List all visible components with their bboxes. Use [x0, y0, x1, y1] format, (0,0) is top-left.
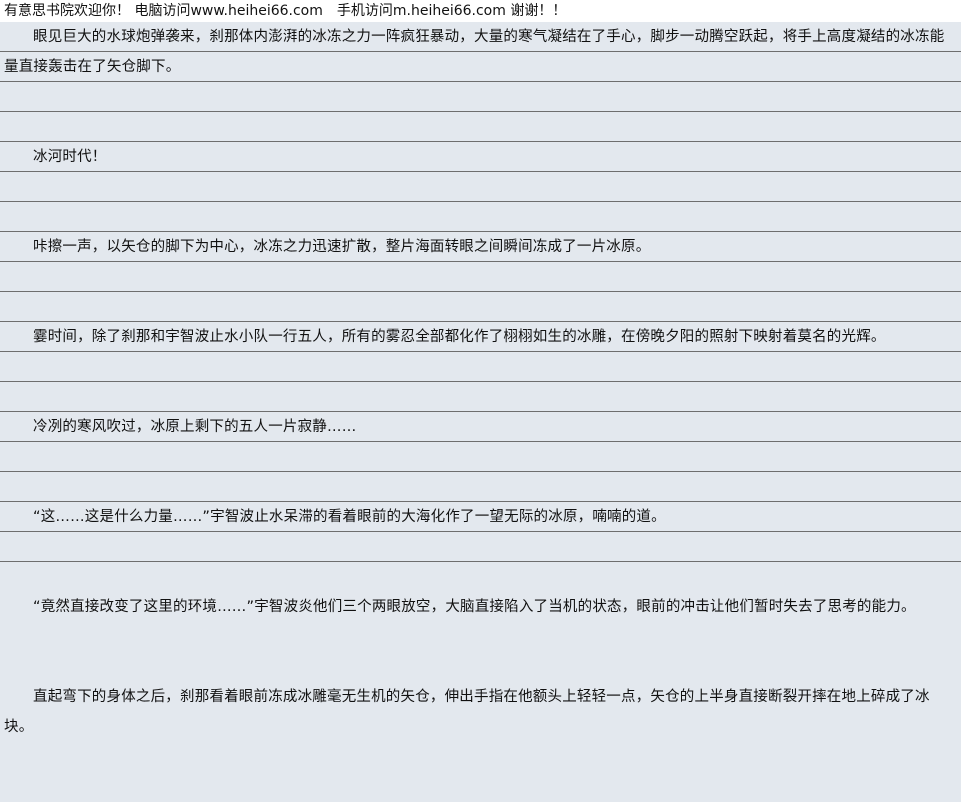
paragraph: 直起弯下的身体之后，刹那看着眼前冻成冰雕毫无生机的矢仓，伸出手指在他额头上轻轻一… — [4, 689, 930, 735]
paragraph: “这……这是什么力量……”宇智波止水呆滞的看着眼前的大海化作了一望无际的冰原，喃… — [33, 509, 666, 525]
paragraph: 冰河时代！ — [33, 149, 107, 165]
chapter-text: 眼见巨大的水球炮弹袭来，刹那体内澎湃的冰冻之力一阵疯狂暴动，大量的寒气凝结在了手… — [4, 22, 946, 802]
site-welcome-banner: 有意思书院欢迎你！ 电脑访问www.heihei66.com 手机访问m.hei… — [0, 0, 961, 22]
paragraph: 咔擦一声，以矢仓的脚下为中心，冰冻之力迅速扩散，整片海面转眼之间瞬间冻成了一片冰… — [33, 239, 651, 255]
paragraph: 冷冽的寒风吹过，冰原上剩下的五人一片寂静…… — [33, 419, 357, 435]
paragraph: 眼见巨大的水球炮弹袭来，刹那体内澎湃的冰冻之力一阵疯狂暴动，大量的寒气凝结在了手… — [4, 29, 945, 75]
paragraph: 霎时间，除了刹那和宇智波止水小队一行五人，所有的雾忍全部都化作了栩栩如生的冰雕，… — [33, 329, 886, 345]
paragraph: “竟然直接改变了这里的环境……”宇智波炎他们三个两眼放空，大脑直接陷入了当机的状… — [33, 599, 916, 615]
